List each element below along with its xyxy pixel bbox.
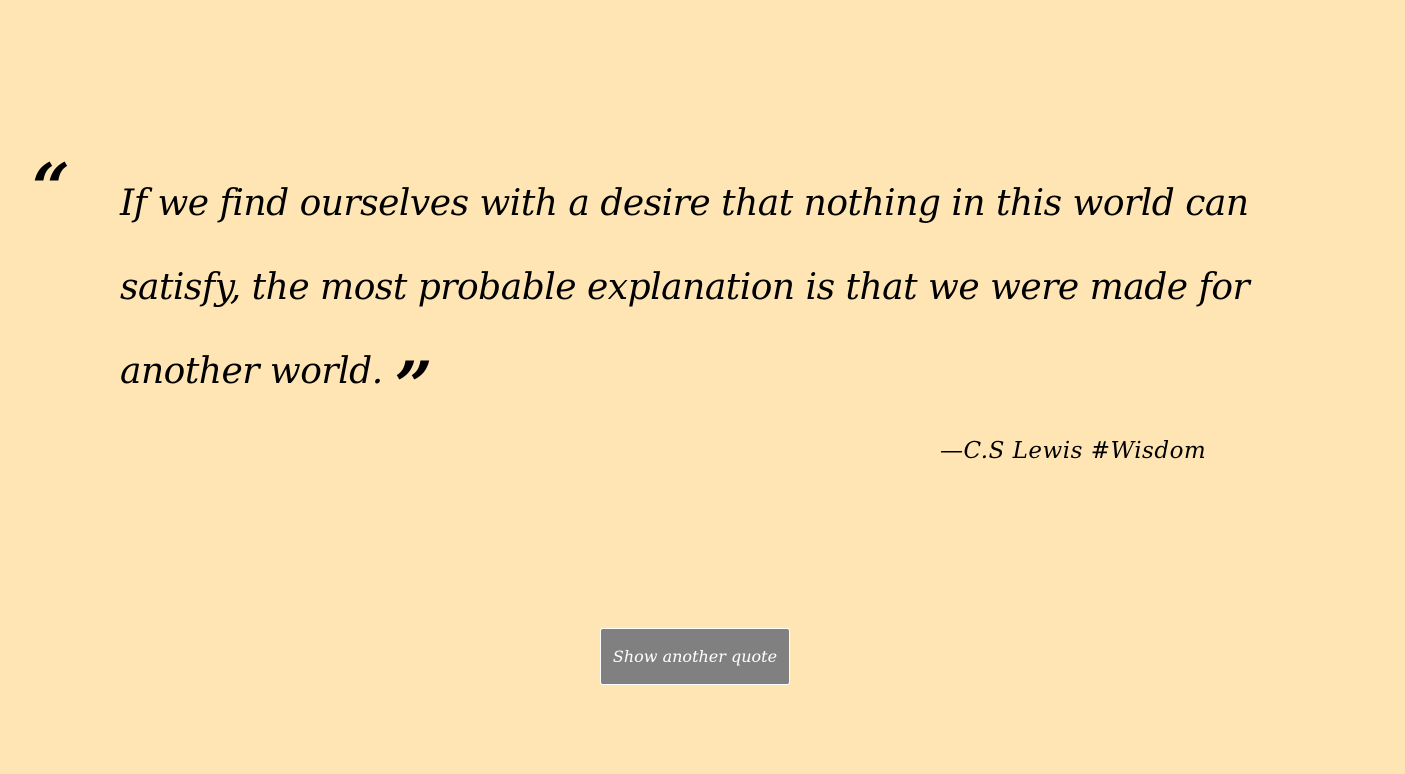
quote-text: If we find ourselves with a desire that … <box>120 183 1250 392</box>
open-quote-mark: “ <box>32 149 70 227</box>
quote-attribution: —C.S Lewis #Wisdom <box>940 438 1207 464</box>
quote-text-container: “ If we find ourselves with a desire that… <box>32 149 1306 425</box>
quote-block: “ If we find ourselves with a desire that… <box>32 149 1306 425</box>
show-another-quote-button[interactable]: Show another quote <box>600 628 790 685</box>
close-quote-mark: ” <box>394 347 433 425</box>
